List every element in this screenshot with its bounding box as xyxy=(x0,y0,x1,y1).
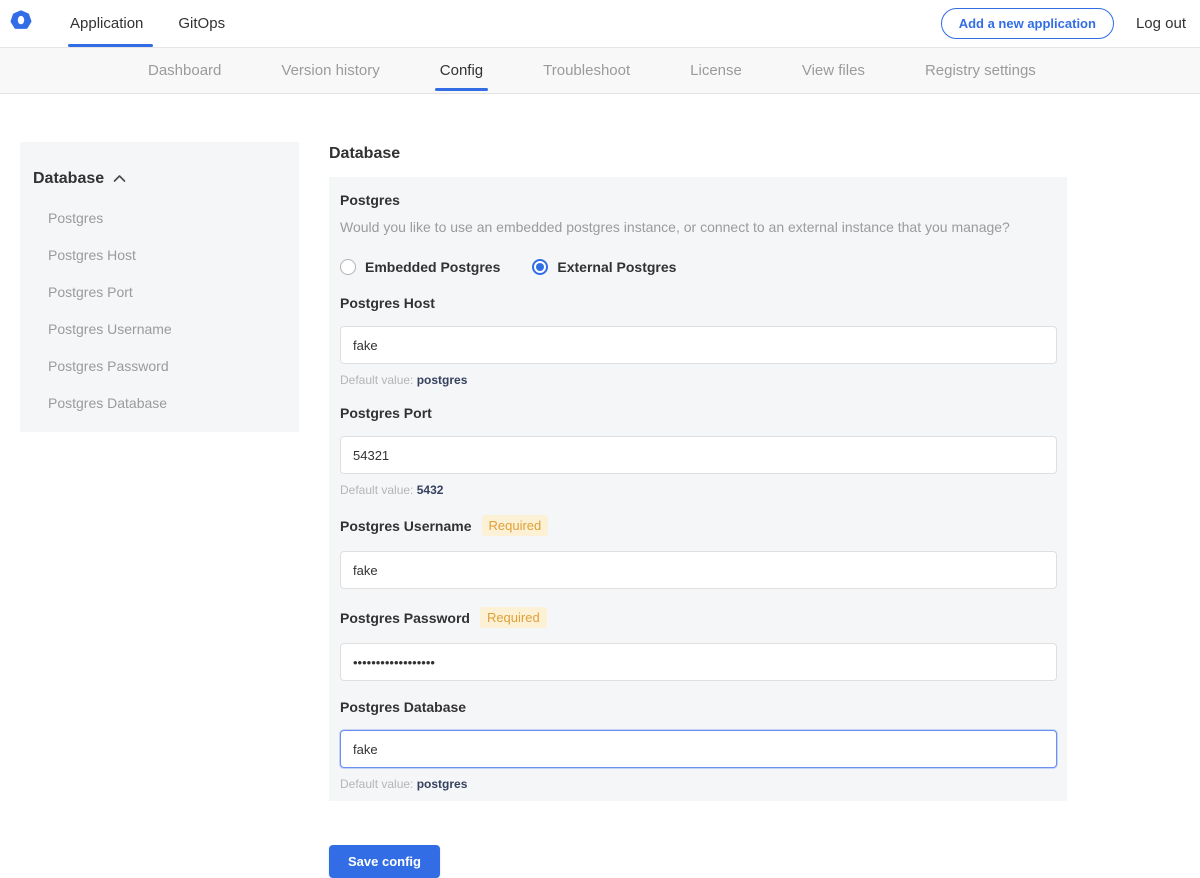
sidebar-group-label: Database xyxy=(33,170,104,188)
sidebar-item-postgres[interactable]: Postgres xyxy=(48,210,283,226)
field-default-label: Default value: xyxy=(340,483,417,497)
field-label-row: Postgres Host xyxy=(340,295,1057,311)
field-label-row: Postgres Database xyxy=(340,699,1057,715)
sidebar-item-postgres-username[interactable]: Postgres Username xyxy=(48,321,283,337)
field-label-row: Postgres Password Required xyxy=(340,607,1057,628)
radio-external-postgres-selected-icon[interactable] xyxy=(532,259,548,275)
top-nav-tabs: Application GitOps xyxy=(70,0,260,47)
subnav-tab-label: Registry settings xyxy=(925,62,1036,79)
save-config-button[interactable]: Save config xyxy=(329,845,440,878)
field-label-row: Postgres Port xyxy=(340,405,1057,421)
config-item-description: Would you like to use an embedded postgr… xyxy=(340,219,1057,235)
field-label-postgres-port: Postgres Port xyxy=(340,405,432,421)
top-nav-right: Add a new application Log out xyxy=(941,0,1200,47)
field-default-value: postgres xyxy=(417,777,468,791)
field-label-postgres-username: Postgres Username xyxy=(340,518,472,534)
postgres-port-input[interactable] xyxy=(340,436,1057,474)
field-label-postgres-host: Postgres Host xyxy=(340,295,435,311)
top-tab-gitops[interactable]: GitOps xyxy=(178,0,225,47)
page-title: Database xyxy=(329,145,1067,163)
field-label-row: Postgres Username Required xyxy=(340,515,1057,536)
radio-label: Embedded Postgres xyxy=(365,259,500,275)
app-subnav: Dashboard Version history Config Troublesho… xyxy=(0,48,1200,94)
subnav-tab-registry-settings[interactable]: Registry settings xyxy=(925,48,1036,93)
radio-embedded-postgres-icon[interactable] xyxy=(340,259,356,275)
subnav-tab-config[interactable]: Config xyxy=(440,48,483,93)
field-label-postgres-database: Postgres Database xyxy=(340,699,466,715)
config-sidebar: Database Postgres Postgres Host Postgres P… xyxy=(20,142,299,432)
subnav-tab-troubleshoot[interactable]: Troubleshoot xyxy=(543,48,630,93)
subnav-tab-version-history[interactable]: Version history xyxy=(281,48,379,93)
postgres-password-input[interactable] xyxy=(340,643,1057,681)
chevron-up-icon xyxy=(113,170,126,188)
field-default-label: Default value: xyxy=(340,373,417,387)
radio-option-embedded-postgres[interactable]: Embedded Postgres xyxy=(340,259,500,275)
config-page: Database Postgres Postgres Host Postgres P… xyxy=(0,94,1200,878)
subnav-tab-license[interactable]: License xyxy=(690,48,742,93)
config-field-postgres-username: Postgres Username Required xyxy=(340,515,1057,589)
config-group-panel: Postgres Would you like to use an embedd… xyxy=(329,177,1067,801)
subnav-tab-dashboard[interactable]: Dashboard xyxy=(148,48,221,93)
top-tab-application[interactable]: Application xyxy=(70,0,143,47)
subnav-tab-label: Troubleshoot xyxy=(543,62,630,79)
sidebar-items: Postgres Postgres Host Postgres Port Postgr… xyxy=(33,210,283,411)
sidebar-item-postgres-password[interactable]: Postgres Password xyxy=(48,358,283,374)
subnav-tab-label: Dashboard xyxy=(148,62,221,79)
field-label-postgres-password: Postgres Password xyxy=(340,610,470,626)
config-field-postgres-port: Postgres Port Default value: 5432 xyxy=(340,405,1057,497)
config-field-postgres-password: Postgres Password Required xyxy=(340,607,1057,681)
field-default-value: postgres xyxy=(417,373,468,387)
app-logo-icon xyxy=(10,10,32,37)
radio-group: Embedded Postgres External Postgres xyxy=(340,259,1057,275)
config-main: Database Postgres Would you like to use … xyxy=(329,142,1067,878)
add-new-application-button[interactable]: Add a new application xyxy=(941,8,1114,39)
sidebar-group-database[interactable]: Database xyxy=(33,170,283,188)
postgres-username-input[interactable] xyxy=(340,551,1057,589)
radio-label: External Postgres xyxy=(557,259,676,275)
subnav-tab-label: View files xyxy=(802,62,865,79)
required-badge: Required xyxy=(482,515,549,536)
subnav-tab-label: Config xyxy=(440,62,483,79)
radio-option-external-postgres[interactable]: External Postgres xyxy=(532,259,676,275)
field-default-label: Default value: xyxy=(340,777,417,791)
field-default-note: Default value: postgres xyxy=(340,373,1057,387)
field-default-note: Default value: postgres xyxy=(340,777,1057,791)
sidebar-item-postgres-database[interactable]: Postgres Database xyxy=(48,395,283,411)
logout-button[interactable]: Log out xyxy=(1136,15,1186,32)
postgres-database-input[interactable] xyxy=(340,730,1057,768)
postgres-host-input[interactable] xyxy=(340,326,1057,364)
config-field-postgres-database: Postgres Database Default value: postgres xyxy=(340,699,1057,791)
top-nav: Application GitOps Add a new application … xyxy=(0,0,1200,48)
field-default-value: 5432 xyxy=(417,483,444,497)
field-default-note: Default value: 5432 xyxy=(340,483,1057,497)
subnav-tab-label: Version history xyxy=(281,62,379,79)
sidebar-item-postgres-host[interactable]: Postgres Host xyxy=(48,247,283,263)
top-tab-label: Application xyxy=(70,15,143,32)
config-field-postgres-host: Postgres Host Default value: postgres xyxy=(340,295,1057,387)
required-badge: Required xyxy=(480,607,547,628)
app-logo[interactable] xyxy=(0,0,60,47)
subnav-tab-view-files[interactable]: View files xyxy=(802,48,865,93)
subnav-tab-label: License xyxy=(690,62,742,79)
top-tab-label: GitOps xyxy=(178,15,225,32)
config-item-title: Postgres xyxy=(340,192,1057,208)
sidebar-item-postgres-port[interactable]: Postgres Port xyxy=(48,284,283,300)
config-fields: Postgres HostDefault value: postgresPost… xyxy=(340,295,1057,791)
